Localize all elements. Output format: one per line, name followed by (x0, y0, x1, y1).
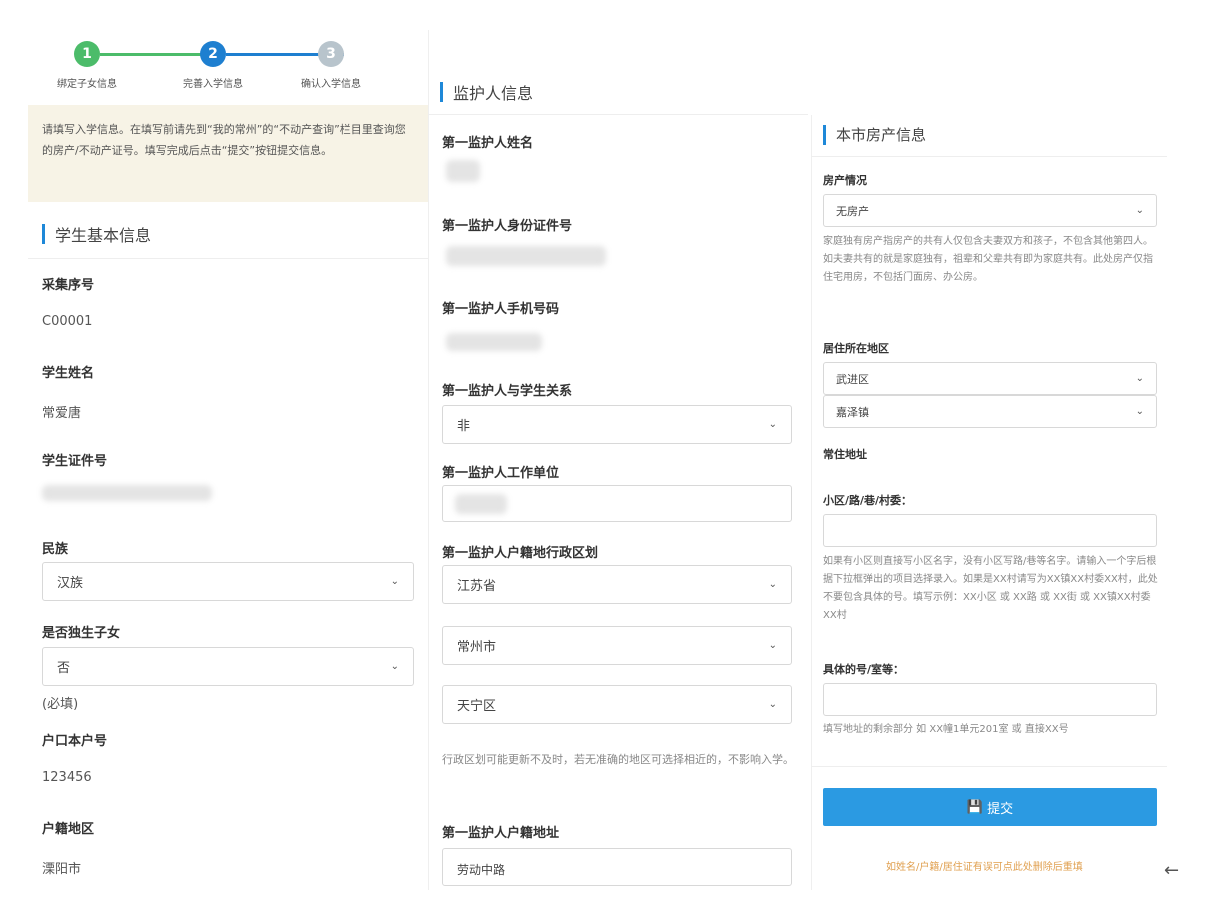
guardian-address-label: 第一监护人户籍地址 (442, 826, 560, 841)
submit-label: 提交 (987, 801, 1014, 817)
ethnic-label: 民族 (42, 542, 69, 557)
guardian-section-title: 监护人信息 (453, 84, 534, 103)
hukou-no-label: 户口本户号 (42, 734, 108, 749)
detail-note: 填写地址的剩余部分 如 XX幢1单元201室 或 直接XX号 (823, 724, 1069, 735)
student-section-title: 学生基本信息 (55, 226, 152, 245)
student-id-label: 学生证件号 (42, 454, 108, 469)
hukou-region-value: 溧阳市 (42, 862, 82, 877)
only-child-value: 否 (57, 661, 71, 676)
residence-district-value: 武进区 (836, 372, 869, 386)
chevron-down-icon: ⌄ (390, 661, 399, 672)
division-label: 第一监护人户籍地行政区划 (442, 546, 599, 561)
progress-stepper: 1 2 3 绑定子女信息 完善入学信息 确认入学信息 (28, 30, 428, 100)
step-1-label: 绑定子女信息 (57, 79, 117, 90)
detail-label: 具体的号/室等： (823, 663, 905, 676)
chevron-down-icon: ⌄ (1135, 205, 1144, 216)
back-arrow-icon[interactable]: ← (1164, 860, 1179, 881)
residence-town-value: 嘉泽镇 (836, 405, 869, 419)
property-status-select[interactable]: 无房产 ⌄ (823, 194, 1157, 227)
residence-region-label: 居住所在地区 (823, 342, 889, 355)
residence-district-select[interactable]: 武进区 ⌄ (823, 362, 1157, 395)
community-label: 小区/路/巷/村委： (823, 494, 913, 507)
hukou-no-value: 123456 (42, 770, 92, 785)
section-divider (28, 258, 428, 259)
province-value: 江苏省 (457, 579, 497, 594)
hukou-region-label: 户籍地区 (42, 822, 95, 837)
chevron-down-icon: ⌄ (1135, 406, 1144, 417)
guardian-column: 监护人信息 第一监护人姓名 第一监护人身份证件号 第一监护人手机号码 第一监护人… (428, 0, 811, 922)
work-unit-label: 第一监护人工作单位 (442, 466, 560, 481)
guardian-id-redacted (446, 246, 606, 266)
property-status-note: 家庭独有房产指房产的共有人仅包含夫妻双方和孩子，不包含其他第四人。如夫妻共有的就… (823, 236, 1153, 283)
ethnic-value: 汉族 (57, 576, 84, 591)
student-column: 1 2 3 绑定子女信息 完善入学信息 确认入学信息 请填写入学信息。在填写前请… (28, 0, 428, 922)
step-1-circle: 1 (74, 41, 100, 67)
community-input[interactable] (823, 514, 1157, 547)
section-accent-bar (823, 124, 826, 145)
chevron-down-icon: ⌄ (1135, 373, 1144, 384)
chevron-down-icon: ⌄ (390, 576, 399, 587)
submit-icon: 💾 (966, 799, 984, 815)
step-3-circle: 3 (318, 41, 344, 67)
required-note: (必填) (42, 697, 79, 712)
only-child-select[interactable]: 否 ⌄ (42, 647, 414, 686)
district-value: 天宁区 (457, 699, 497, 714)
property-status-value: 无房产 (836, 204, 869, 218)
guardian-section-header: 监护人信息 (440, 80, 533, 104)
city-value: 常州市 (457, 640, 497, 655)
community-note: 如果有小区则直接写小区名字，没有小区写路/巷等名字。请输入一个字后根据下拉框弹出… (823, 556, 1158, 621)
section-accent-bar (42, 224, 45, 244)
student-id-redacted (42, 485, 212, 501)
guardian-id-label: 第一监护人身份证件号 (442, 219, 573, 234)
instruction-notice: 请填写入学信息。在填写前请先到“我的常州”的“不动产查询”栏目里查询您的房产/不… (28, 105, 428, 202)
guardian-name-redacted (446, 160, 480, 182)
district-select[interactable]: 天宁区 ⌄ (442, 685, 792, 724)
step-3-label: 确认入学信息 (301, 79, 361, 90)
guardian-phone-label: 第一监护人手机号码 (442, 302, 560, 317)
section-divider (811, 156, 1167, 157)
guardian-name-label: 第一监护人姓名 (442, 136, 534, 151)
section-divider (428, 114, 808, 115)
city-select[interactable]: 常州市 ⌄ (442, 626, 792, 665)
relation-select[interactable]: 非 ⌄ (442, 405, 792, 444)
guardian-address-input[interactable]: 劳动中路 (442, 848, 792, 886)
guardian-phone-redacted (446, 333, 542, 351)
ethnic-select[interactable]: 汉族 ⌄ (42, 562, 414, 601)
residence-town-select[interactable]: 嘉泽镇 ⌄ (823, 395, 1157, 428)
address-label: 常住地址 (823, 448, 867, 461)
serial-value: C00001 (42, 314, 93, 329)
property-section-header: 本市房产信息 (823, 124, 926, 145)
student-section-header: 学生基本信息 (42, 222, 151, 246)
relation-label: 第一监护人与学生关系 (442, 384, 573, 399)
submit-button[interactable]: 💾 提交 (823, 788, 1157, 826)
section-accent-bar (440, 82, 443, 102)
delete-refill-link[interactable]: 如姓名/户籍/居住证有误可点此处删除后重填 (886, 858, 1083, 873)
chevron-down-icon: ⌄ (768, 579, 777, 590)
section-divider (811, 766, 1167, 767)
step-2-circle: 2 (200, 41, 226, 67)
relation-value: 非 (457, 419, 471, 434)
only-child-label: 是否独生子女 (42, 626, 121, 641)
chevron-down-icon: ⌄ (768, 699, 777, 710)
guardian-address-value: 劳动中路 (457, 863, 506, 877)
property-status-label: 房产情况 (823, 174, 867, 187)
student-name-value: 常爱唐 (42, 406, 82, 421)
property-section-title: 本市房产信息 (836, 126, 927, 144)
chevron-down-icon: ⌄ (768, 419, 777, 430)
work-unit-input[interactable] (442, 485, 792, 522)
property-column: 本市房产信息 房产情况 无房产 ⌄ 家庭独有房产指房产的共有人仅包含夫妻双方和孩… (811, 0, 1171, 922)
province-select[interactable]: 江苏省 ⌄ (442, 565, 792, 604)
chevron-down-icon: ⌄ (768, 640, 777, 651)
division-note: 行政区划可能更新不及时，若无准确的地区可选择相近的，不影响入学。 (442, 753, 794, 766)
detail-input[interactable] (823, 683, 1157, 716)
work-unit-redacted (455, 494, 507, 514)
step-2-label: 完善入学信息 (183, 79, 243, 90)
student-name-label: 学生姓名 (42, 366, 95, 381)
serial-label: 采集序号 (42, 278, 95, 293)
